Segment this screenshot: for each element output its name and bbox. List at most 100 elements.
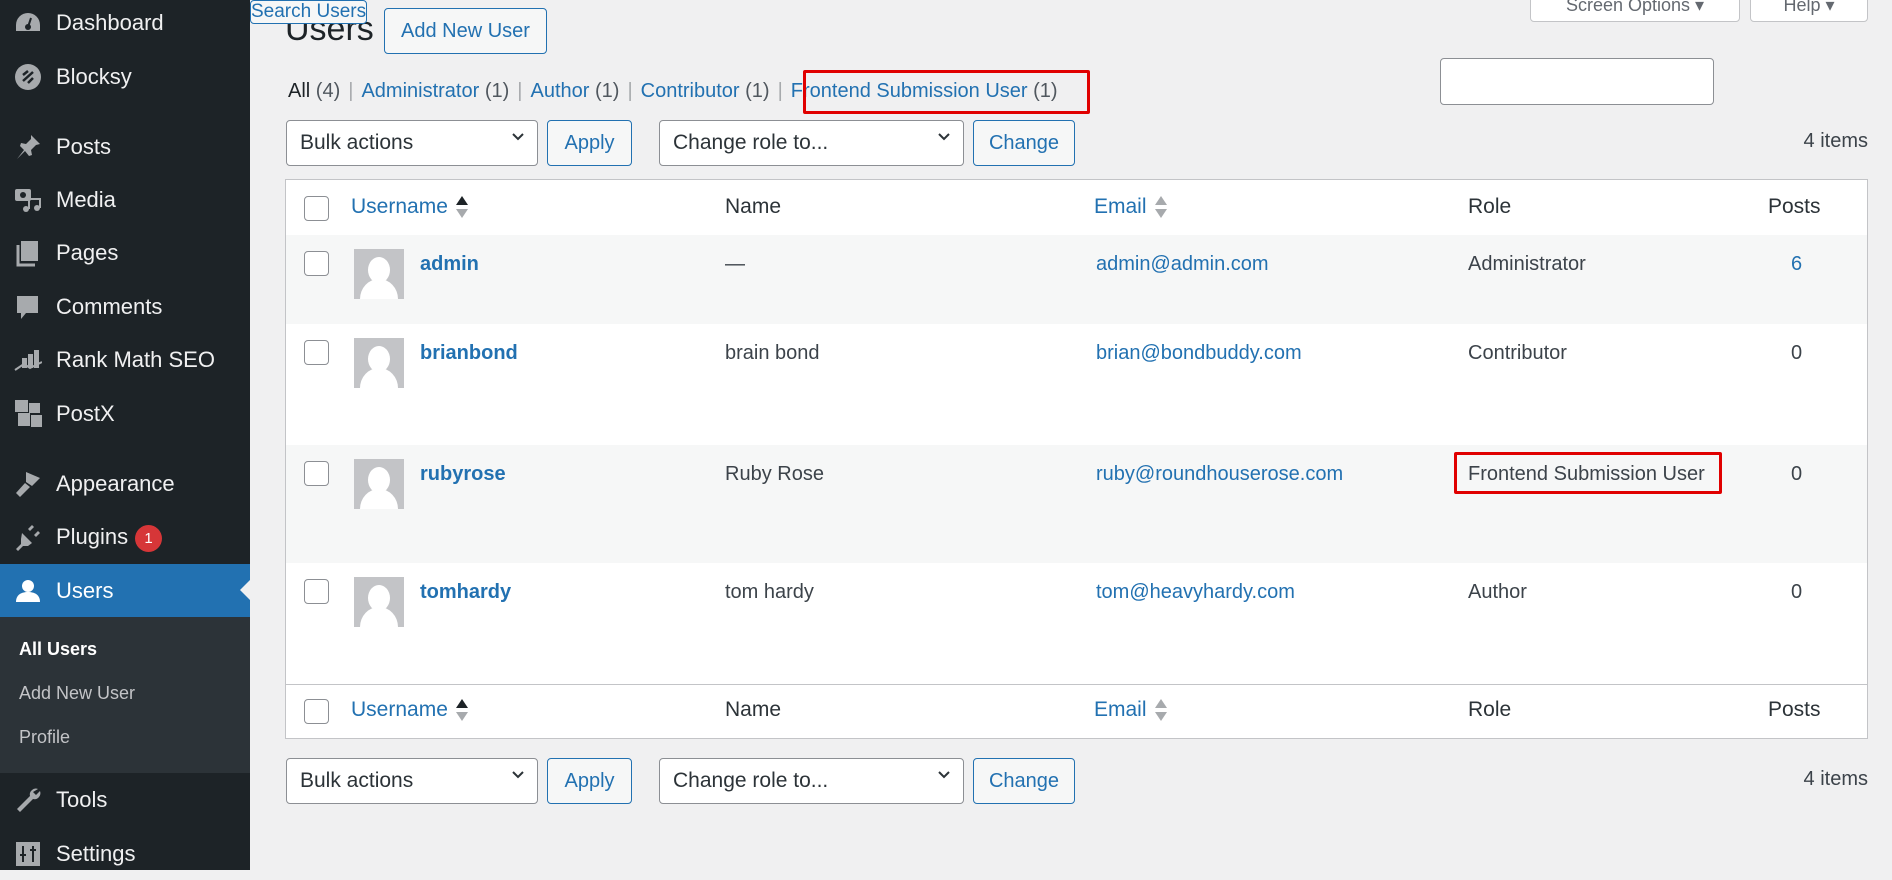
select-all-checkbox-footer[interactable] <box>304 699 329 724</box>
user-icon <box>14 577 42 605</box>
table-header: Username Name Email Role Posts <box>286 180 1867 236</box>
column-role: Role <box>1468 195 1512 218</box>
sidebar-item-blocksy[interactable]: Blocksy <box>0 50 250 103</box>
table-footer: Username Name Email Role Posts <box>286 684 1867 740</box>
chevron-down-icon <box>938 133 950 141</box>
submenu-profile[interactable]: Profile <box>19 727 70 748</box>
admin-sidebar: Dashboard Blocksy Posts Media Pages Comm… <box>0 0 250 870</box>
apply-button-top[interactable]: Apply <box>547 120 632 166</box>
sidebar-item-tools[interactable]: Tools <box>0 773 250 826</box>
sidebar-item-settings[interactable]: Settings <box>0 827 250 880</box>
user-posts: 0 <box>1791 342 1803 364</box>
change-role-button-bottom[interactable]: Change <box>973 758 1075 804</box>
sort-icon <box>1154 699 1167 722</box>
avatar <box>354 577 404 627</box>
sidebar-item-dashboard[interactable]: Dashboard <box>0 0 250 49</box>
filter-frontend-submission-user[interactable]: Frontend Submission User <box>791 80 1028 102</box>
sidebar-item-comments[interactable]: Comments <box>0 280 250 333</box>
row-checkbox[interactable] <box>304 461 329 486</box>
user-posts: 0 <box>1791 581 1803 603</box>
rank-math-icon <box>14 346 42 374</box>
add-new-user-button[interactable]: Add New User <box>384 8 547 54</box>
user-posts[interactable]: 6 <box>1791 253 1802 276</box>
column-email-footer[interactable]: Email <box>1094 698 1167 722</box>
table-row: rubyrose Ruby Rose ruby@roundhouserose.c… <box>286 445 1867 563</box>
screen-options-button[interactable]: Screen Options ▾ <box>1530 0 1740 22</box>
items-count-bottom: 4 items <box>1803 768 1868 790</box>
change-role-button-top[interactable]: Change <box>973 120 1075 166</box>
column-role-footer: Role <box>1468 698 1512 721</box>
sidebar-item-media[interactable]: Media <box>0 173 250 226</box>
role-filter-links: All (4) | Administrator (1) | Author (1) | Con… <box>288 80 1058 102</box>
sidebar-item-pages[interactable]: Pages <box>0 226 250 279</box>
sidebar-item-postx[interactable]: PostX <box>0 387 250 440</box>
column-posts: Posts <box>1768 195 1821 218</box>
sidebar-item-rank-math-seo[interactable]: Rank Math SEO <box>0 333 250 386</box>
sort-icon <box>455 196 468 219</box>
avatar <box>354 459 404 509</box>
apply-button-bottom[interactable]: Apply <box>547 758 632 804</box>
plugin-icon <box>14 523 42 551</box>
row-checkbox[interactable] <box>304 340 329 365</box>
user-email[interactable]: ruby@roundhouserose.com <box>1096 463 1343 486</box>
username-link[interactable]: admin <box>420 253 479 276</box>
paintbrush-icon <box>14 470 42 498</box>
sidebar-item-appearance[interactable]: Appearance <box>0 457 250 510</box>
chevron-down-icon <box>938 771 950 779</box>
column-username[interactable]: Username <box>351 195 468 219</box>
blocksy-icon <box>14 63 42 91</box>
user-email[interactable]: admin@admin.com <box>1096 253 1269 276</box>
username-link[interactable]: brianbond <box>420 342 518 365</box>
username-link[interactable]: tomhardy <box>420 581 511 604</box>
sort-icon <box>455 699 468 722</box>
submenu-all-users[interactable]: All Users <box>19 639 97 660</box>
table-row: tomhardy tom hardy tom@heavyhardy.com Au… <box>286 563 1867 684</box>
user-name: Ruby Rose <box>725 463 824 485</box>
filter-administrator[interactable]: Administrator <box>361 80 479 102</box>
table-row: brianbond brain bond brian@bondbuddy.com… <box>286 324 1867 445</box>
bulk-actions-select-bottom[interactable]: Bulk actions <box>286 758 538 804</box>
search-users-input[interactable] <box>1440 58 1714 105</box>
user-posts: 0 <box>1791 463 1803 485</box>
select-all-checkbox[interactable] <box>304 196 329 221</box>
row-checkbox[interactable] <box>304 251 329 276</box>
column-username-footer[interactable]: Username <box>351 698 468 722</box>
user-name: — <box>725 253 745 275</box>
row-checkbox[interactable] <box>304 579 329 604</box>
username-link[interactable]: rubyrose <box>420 463 506 486</box>
chevron-down-icon <box>512 133 524 141</box>
bulk-actions-select-top[interactable]: Bulk actions <box>286 120 538 166</box>
table-row: admin — admin@admin.com Administrator 6 <box>286 235 1867 324</box>
sidebar-item-users[interactable]: Users <box>0 564 250 617</box>
user-role: Administrator <box>1468 253 1586 275</box>
column-email[interactable]: Email <box>1094 195 1167 219</box>
search-users-button[interactable]: Search Users <box>250 0 368 24</box>
comment-icon <box>14 293 42 321</box>
change-role-select-bottom[interactable]: Change role to... <box>659 758 964 804</box>
user-name: tom hardy <box>725 581 814 603</box>
sidebar-item-posts[interactable]: Posts <box>0 120 250 173</box>
postx-icon <box>14 399 42 428</box>
user-email[interactable]: tom@heavyhardy.com <box>1096 581 1295 604</box>
sidebar-item-plugins[interactable]: Plugins 1 <box>0 510 250 563</box>
media-icon <box>14 186 42 214</box>
sort-icon <box>1154 196 1167 219</box>
help-button[interactable]: Help ▾ <box>1750 0 1868 22</box>
user-role: Frontend Submission User <box>1468 463 1705 485</box>
pin-icon <box>14 133 42 161</box>
filter-author[interactable]: Author <box>530 80 589 102</box>
chevron-down-icon <box>512 771 524 779</box>
filter-all[interactable]: All <box>288 80 310 102</box>
submenu-add-new-user[interactable]: Add New User <box>19 683 135 704</box>
change-role-select-top[interactable]: Change role to... <box>659 120 964 166</box>
settings-icon <box>14 840 42 868</box>
items-count-top: 4 items <box>1803 130 1868 152</box>
dashboard-icon <box>14 9 42 37</box>
user-email[interactable]: brian@bondbuddy.com <box>1096 342 1302 365</box>
filter-contributor[interactable]: Contributor <box>641 80 740 102</box>
user-role: Contributor <box>1468 342 1567 364</box>
avatar <box>354 249 404 299</box>
pages-icon <box>14 239 42 267</box>
user-role: Author <box>1468 581 1527 603</box>
wrench-icon <box>14 786 42 814</box>
